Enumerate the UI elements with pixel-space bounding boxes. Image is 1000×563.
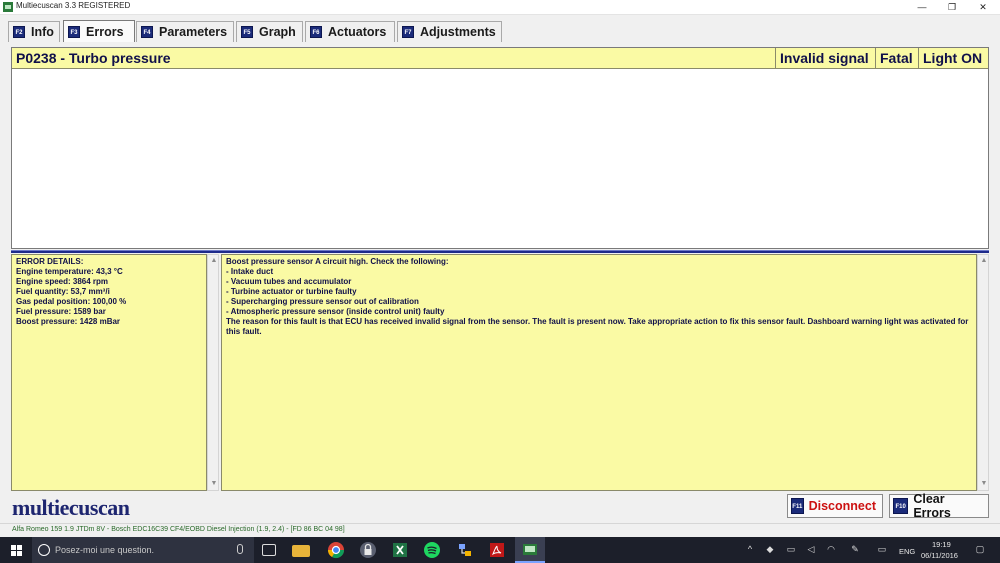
tab-label: Adjustments: [420, 25, 496, 39]
windows-taskbar: Posez-moi une question. ^ ◆ ▭ ◁ ◠ ✎ ▭ EN…: [0, 537, 1000, 563]
microphone-icon[interactable]: [237, 544, 243, 554]
error-row[interactable]: P0238 - Turbo pressure Invalid signal Fa…: [12, 48, 988, 69]
tab-info[interactable]: F2 Info: [8, 21, 60, 42]
status-bar: Alfa Romeo 159 1.9 JTDm 8V - Bosch EDC16…: [0, 523, 1000, 537]
language-indicator[interactable]: ENG: [899, 547, 915, 556]
detail-line: Engine temperature: 43,3 °C: [16, 267, 123, 276]
error-status: Invalid signal: [775, 48, 886, 68]
description-line: Boost pressure sensor A circuit high. Ch…: [226, 257, 449, 266]
clock-date[interactable]: 06/11/2016: [921, 551, 958, 560]
error-severity: Fatal: [875, 48, 919, 68]
tab-label: Info: [31, 25, 54, 39]
scroll-down-icon[interactable]: ▼: [210, 480, 218, 488]
f2-key-icon: F2: [13, 26, 25, 38]
keyboard-icon[interactable]: ▭: [874, 544, 890, 554]
description-line: - Supercharging pressure sensor out of c…: [226, 297, 419, 306]
multiecuscan-taskbar-button[interactable]: [515, 537, 545, 563]
tab-errors[interactable]: F3 Errors: [63, 20, 135, 42]
spotify-icon[interactable]: [423, 541, 441, 559]
f5-key-icon: F5: [241, 26, 253, 38]
description-line: - Vacuum tubes and accumulator: [226, 277, 352, 286]
window-title: Multiecuscan 3.3 REGISTERED: [16, 1, 131, 10]
f3-key-icon: F3: [68, 25, 80, 38]
description-line: - Intake duct: [226, 267, 274, 276]
clock-time[interactable]: 19:19: [932, 540, 951, 549]
error-description-pane: Boost pressure sensor A circuit high. Ch…: [221, 254, 977, 491]
security-tray-icon[interactable]: ◆: [765, 544, 775, 554]
tab-parameters[interactable]: F4 Parameters: [136, 21, 234, 42]
windows-start-icon[interactable]: [0, 537, 32, 563]
tab-graph[interactable]: F5 Graph: [236, 21, 303, 42]
excel-icon[interactable]: [391, 541, 409, 559]
tab-actuators[interactable]: F6 Actuators: [305, 21, 395, 42]
lock-app-icon[interactable]: [359, 541, 377, 559]
description-scrollbar[interactable]: ▲ ▼: [977, 254, 989, 491]
clear-errors-button[interactable]: F10 Clear Errors: [889, 492, 989, 520]
title-bar: Multiecuscan 3.3 REGISTERED — ❐ ✕: [0, 0, 1000, 15]
scroll-down-icon[interactable]: ▼: [980, 480, 988, 488]
tab-label: Errors: [86, 24, 124, 39]
multiecuscan-icon: [523, 544, 537, 555]
maximize-button[interactable]: ❐: [937, 0, 967, 15]
splitter[interactable]: [11, 250, 989, 253]
disconnect-button[interactable]: F11 Disconnect: [787, 494, 883, 518]
minimize-button[interactable]: —: [907, 0, 937, 15]
details-heading: ERROR DETAILS:: [16, 257, 84, 266]
scroll-up-icon[interactable]: ▲: [980, 257, 988, 265]
tab-label: Parameters: [159, 25, 228, 39]
chevron-up-icon[interactable]: ^: [745, 544, 755, 554]
detail-line: Gas pedal position: 100,00 %: [16, 297, 127, 306]
detail-line: Fuel pressure: 1589 bar: [16, 307, 106, 316]
scroll-up-icon[interactable]: ▲: [210, 257, 218, 265]
cortana-icon: [38, 544, 50, 556]
tab-label: Actuators: [328, 25, 387, 39]
warning-light-status: Light ON: [918, 48, 988, 68]
network-app-icon[interactable]: [456, 541, 474, 559]
f10-key-icon: F10: [893, 498, 909, 514]
search-placeholder: Posez-moi une question.: [55, 545, 155, 555]
description-line: The reason for this fault is that ECU ha…: [226, 317, 971, 336]
wifi-icon[interactable]: ◠: [826, 544, 836, 554]
chrome-icon[interactable]: [327, 541, 345, 559]
description-line: - Atmospheric pressure sensor (inside co…: [226, 307, 445, 316]
f11-key-icon: F11: [791, 498, 804, 514]
close-button[interactable]: ✕: [968, 0, 998, 15]
description-line: - Turbine actuator or turbine faulty: [226, 287, 357, 296]
detail-line: Engine speed: 3864 rpm: [16, 277, 109, 286]
f6-key-icon: F6: [310, 26, 322, 38]
tab-label: Graph: [259, 25, 296, 39]
volume-icon[interactable]: ◁: [806, 544, 816, 554]
tab-adjustments[interactable]: F7 Adjustments: [397, 21, 502, 42]
disconnect-label: Disconnect: [808, 499, 876, 513]
acrobat-icon[interactable]: [488, 541, 506, 559]
error-list: P0238 - Turbo pressure Invalid signal Fa…: [11, 47, 989, 249]
error-details-pane: ERROR DETAILS: Engine temperature: 43,3 …: [11, 254, 207, 491]
brand-logo: multiecuscan: [12, 495, 130, 520]
clear-errors-label: Clear Errors: [913, 492, 951, 520]
taskbar-search[interactable]: Posez-moi une question.: [32, 537, 254, 563]
task-view-icon[interactable]: [262, 544, 276, 556]
detail-line: Boost pressure: 1428 mBar: [16, 317, 121, 326]
notifications-icon[interactable]: ▢: [975, 544, 985, 554]
detail-line: Fuel quantity: 53,7 mm³/i: [16, 287, 110, 296]
error-code-title: P0238 - Turbo pressure: [16, 50, 171, 66]
f4-key-icon: F4: [141, 26, 153, 38]
details-scrollbar[interactable]: ▲ ▼: [207, 254, 219, 491]
f7-key-icon: F7: [402, 26, 414, 38]
file-explorer-icon[interactable]: [292, 545, 310, 557]
battery-icon[interactable]: ▭: [786, 544, 796, 554]
pen-icon[interactable]: ✎: [850, 544, 860, 554]
vehicle-info: Alfa Romeo 159 1.9 JTDm 8V - Bosch EDC16…: [12, 526, 345, 533]
app-icon: [3, 2, 13, 12]
